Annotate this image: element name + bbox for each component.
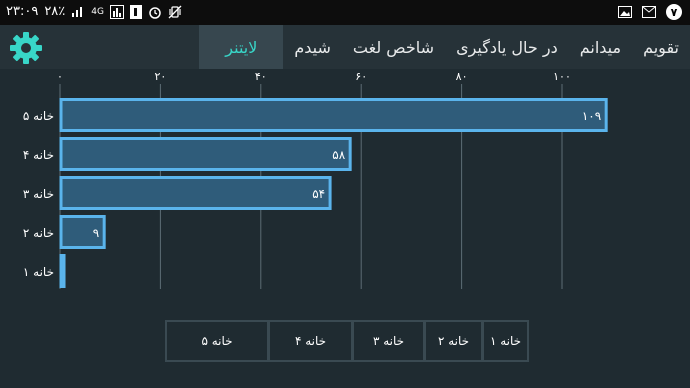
bar: [59, 176, 332, 210]
y-category-label: خانه ۱: [23, 265, 54, 279]
tab-bar: تقویم میدانم در حال یادگیری شاخص لغت شید…: [199, 25, 690, 69]
y-category-label: خانه ۴: [23, 148, 54, 162]
chart-notification-icon: [109, 4, 124, 19]
battery-percent: ۲۸٪: [44, 4, 66, 19]
gallery-icon: [618, 6, 632, 18]
bar: [59, 137, 352, 171]
alarm-icon: [148, 5, 162, 19]
tab-known[interactable]: میدانم: [569, 25, 632, 69]
y-category-label: خانه ۲: [23, 226, 54, 240]
tab-heard[interactable]: شیدم: [283, 25, 342, 69]
network-type-label: 4G: [91, 6, 104, 17]
signal-icon: [71, 5, 85, 18]
leitner-bar-chart: ۰ ۲۰ ۴۰ ۶۰ ۸۰ ۱۰۰ خانه ۵ ۱۰۹ خانه ۴ ۵۸ خانه ۳ ۵۴ خان…: [0, 69, 690, 309]
tab-calendar[interactable]: تقویم: [632, 25, 690, 69]
x-tick-label: ۴۰: [255, 70, 267, 83]
settings-button[interactable]: [8, 30, 44, 66]
status-bar-left: ۲۳:۰۹ ۲۸٪ 4G: [6, 4, 182, 19]
bar-value-label: ۵۴: [312, 187, 325, 201]
x-tick-label: ۱۰۰: [553, 70, 571, 83]
tab-leitner[interactable]: لایتنر: [199, 25, 284, 69]
tab-learning[interactable]: در حال یادگیری: [445, 25, 569, 69]
x-tick-label: ۶۰: [355, 70, 367, 83]
app-bar: تقویم میدانم در حال یادگیری شاخص لغت شید…: [0, 25, 690, 69]
bar-value-label: ۹: [93, 226, 99, 240]
bar-value-label: ۵۸: [332, 148, 345, 162]
y-category-label: خانه ۳: [23, 187, 54, 201]
legend-item-box-2[interactable]: خانه ۲: [423, 322, 481, 360]
bar: [59, 254, 66, 288]
legend-item-box-3[interactable]: خانه ۳: [351, 322, 423, 360]
chart-legend: خانه ۱ خانه ۲ خانه ۳ خانه ۴ خانه ۵: [165, 320, 529, 362]
x-tick-label: ۸۰: [456, 70, 468, 83]
status-bar: ۲۳:۰۹ ۲۸٪ 4G ۷: [0, 0, 690, 25]
message-icon: [642, 6, 656, 18]
status-bar-right: ۷: [618, 4, 682, 20]
bar-value-label: ۱۰۹: [582, 109, 601, 123]
vibrate-icon: [168, 5, 182, 19]
legend-item-box-5[interactable]: خانه ۵: [167, 322, 267, 360]
y-category-label: خانه ۵: [23, 109, 54, 123]
bar: [59, 98, 608, 132]
legend-item-box-1[interactable]: خانه ۱: [481, 322, 527, 360]
tab-word-index[interactable]: شاخص لغت: [342, 25, 445, 69]
legend-item-box-4[interactable]: خانه ۴: [267, 322, 351, 360]
gear-icon: [10, 32, 42, 64]
chart-svg: ۰ ۲۰ ۴۰ ۶۰ ۸۰ ۱۰۰ خانه ۵ ۱۰۹ خانه ۴ ۵۸ خانه ۳ ۵۴ خان…: [23, 70, 608, 289]
x-tick-label: ۰: [57, 70, 63, 83]
x-tick-label: ۲۰: [154, 70, 166, 83]
notification-count-badge: ۷: [666, 4, 682, 20]
app-notification-icon: [129, 4, 142, 19]
status-time: ۲۳:۰۹: [6, 4, 39, 19]
